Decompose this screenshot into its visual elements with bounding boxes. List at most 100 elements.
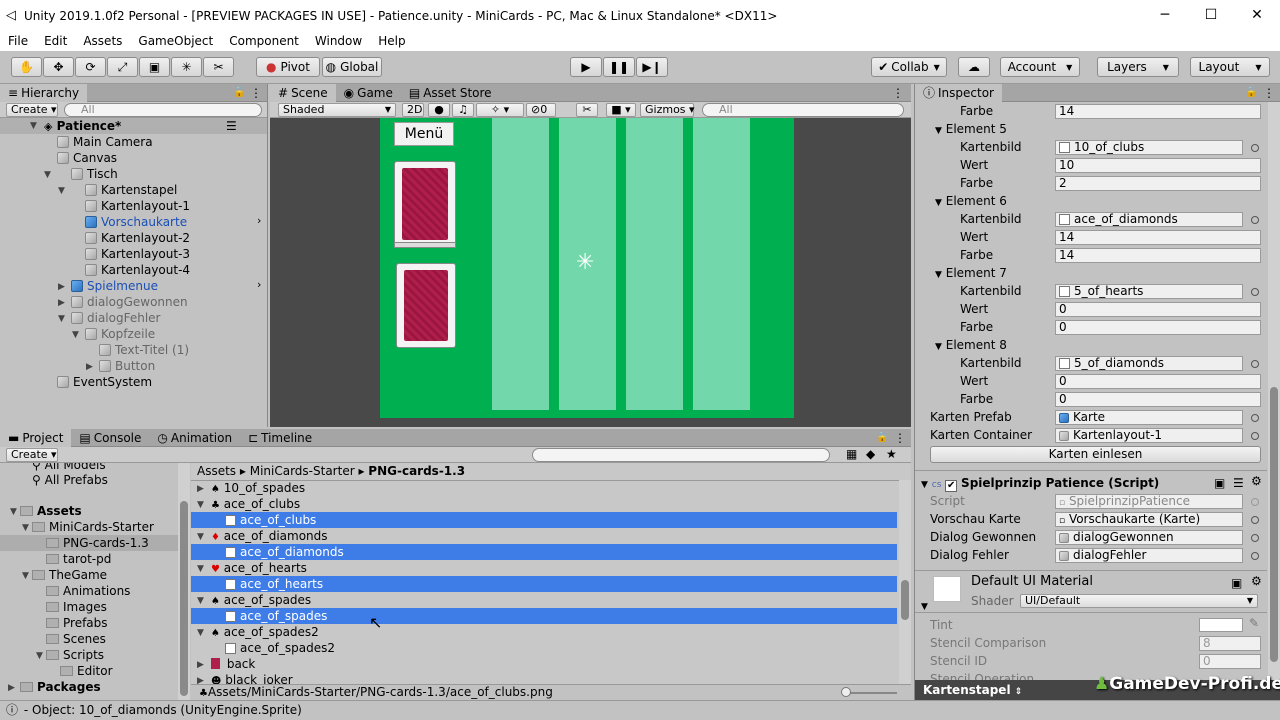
camera-icon[interactable]: ■ ▾ (606, 103, 636, 117)
scrollbar-thumb[interactable] (901, 580, 909, 620)
tab-animation[interactable]: ◷ Animation (149, 429, 240, 447)
menu-file[interactable]: File (8, 34, 28, 48)
list-item[interactable]: ♥ ace_of_hearts (211, 560, 307, 576)
component-header[interactable]: ▼ cs ✔ Spielprinzip Patience (Script) (921, 474, 1159, 492)
expand-arrow-icon[interactable]: ▶ (197, 484, 204, 494)
farbe-field[interactable]: 0 (1055, 392, 1261, 407)
hierarchy-search-input[interactable]: All (64, 103, 262, 117)
folder-item[interactable]: Editor (60, 663, 113, 679)
chevron-right-icon[interactable]: › (257, 214, 261, 227)
preview-card[interactable] (396, 263, 456, 348)
expand-arrow-icon[interactable]: ▼ (30, 118, 37, 134)
expand-arrow-icon[interactable]: ▼ (58, 186, 65, 196)
shading-dropdown[interactable]: Shaded ▼ (278, 103, 396, 117)
account-dropdown[interactable]: Account ▼ (1000, 57, 1080, 77)
element-5-foldout[interactable]: ▼ Element 5 (935, 120, 1007, 138)
filter-type-icon[interactable]: ▦ (846, 447, 857, 461)
enabled-checkbox[interactable]: ✔ (945, 480, 958, 492)
folder-item[interactable]: tarot-pd (46, 551, 111, 567)
list-item[interactable]: Tisch (71, 166, 118, 182)
layout-dropdown[interactable]: Layout ▼ (1190, 57, 1270, 77)
farbe-field[interactable]: 14 (1055, 248, 1261, 263)
vorschau-karte-field[interactable]: ▫ Vorschaukarte (Karte) (1055, 512, 1243, 527)
object-picker-icon[interactable] (1251, 144, 1259, 152)
menu-button[interactable]: Menü (394, 122, 454, 146)
hand-tool-icon[interactable]: ✋ (11, 57, 42, 77)
help-icon[interactable]: ▣ (1214, 476, 1225, 490)
folder-item[interactable]: PNG-cards-1.3 (0, 535, 178, 551)
kartenbild-field[interactable]: ace_of_diamonds (1055, 212, 1243, 227)
list-item[interactable]: ace_of_spades2 (225, 640, 335, 656)
list-item[interactable]: Text-Titel (1) (99, 342, 189, 358)
object-picker-icon[interactable] (1251, 432, 1259, 440)
farbe-field[interactable]: 2 (1055, 176, 1261, 191)
scene-row[interactable]: ▼ ◈ Patience* ☰ (0, 118, 267, 134)
scene-search-input[interactable]: All (702, 103, 904, 117)
lock-icon[interactable]: 🔒 (876, 432, 888, 443)
karten-einlesen-button[interactable]: Karten einlesen (930, 446, 1261, 463)
list-item[interactable]: Kartenlayout-1 (85, 198, 190, 214)
karten-container-field[interactable]: Kartenlayout-1 (1055, 428, 1243, 443)
tab-game[interactable]: ◉ Game (336, 84, 401, 102)
hidden-objects-toggle[interactable]: ⊘0 (526, 103, 556, 117)
expand-arrow-icon[interactable]: ▼ (58, 314, 65, 324)
expand-arrow-icon[interactable]: ▼ (22, 523, 29, 533)
list-item[interactable]: Main Camera (57, 134, 153, 150)
gear-icon[interactable]: ⚙ (1251, 574, 1262, 588)
step-button[interactable]: ▶❙ (636, 57, 668, 77)
object-picker-icon[interactable] (1251, 534, 1259, 542)
expand-arrow-icon[interactable]: ▼ (22, 571, 29, 581)
folder-item[interactable]: Scenes (46, 631, 106, 647)
settings-sliders-icon[interactable]: ☰ (1233, 476, 1244, 490)
object-picker-icon[interactable] (1251, 552, 1259, 560)
list-item[interactable]: Kartenlayout-2 (85, 230, 190, 246)
list-item[interactable]: Kopfzeile (85, 326, 155, 342)
farbe-field[interactable]: 14 (1055, 104, 1261, 119)
file-list-scrollbar[interactable] (899, 480, 911, 684)
kartenbild-field[interactable]: 5_of_diamonds (1055, 356, 1243, 371)
custom-tool-icon[interactable]: ✂ (203, 57, 234, 77)
element-6-foldout[interactable]: ▼ Element 6 (935, 192, 1007, 210)
wert-field[interactable]: 14 (1055, 230, 1261, 245)
expand-arrow-icon[interactable]: ▶ (58, 298, 65, 308)
expand-arrow-icon[interactable]: ▶ (58, 282, 65, 292)
zoom-slider[interactable] (843, 692, 897, 694)
shader-dropdown[interactable]: UI/Default ▼ (1020, 594, 1258, 608)
breadcrumb-item[interactable]: PNG-cards-1.3 (368, 464, 465, 478)
folder-item[interactable]: Packages (20, 679, 101, 695)
scrollbar-thumb[interactable] (1270, 387, 1278, 662)
project-search-input[interactable] (532, 448, 830, 462)
collab-dropdown[interactable]: ✔ Collab ▼ (871, 57, 947, 77)
inspector-scrollbar[interactable] (1268, 102, 1280, 680)
kartenbild-field[interactable]: 5_of_hearts (1055, 284, 1243, 299)
pivot-toggle[interactable]: ● Pivot (256, 57, 320, 77)
expand-arrow-icon[interactable]: ▼ (197, 564, 204, 574)
expand-arrow-icon[interactable]: ▼ (197, 500, 204, 510)
list-item[interactable]: Canvas (57, 150, 117, 166)
folder-item[interactable]: Images (46, 599, 107, 615)
search-filter-item[interactable]: ⚲ All Prefabs (32, 472, 108, 488)
object-picker-icon[interactable] (1251, 516, 1259, 524)
list-item[interactable]: ♠ ace_of_spades (211, 592, 311, 608)
menu-help[interactable]: Help (378, 34, 405, 48)
cloud-icon[interactable]: ☁ (958, 57, 990, 77)
panel-menu-icon[interactable]: ⋮ (894, 431, 906, 445)
wert-field[interactable]: 10 (1055, 158, 1261, 173)
tint-color-field[interactable] (1199, 618, 1243, 632)
list-item[interactable]: back (211, 656, 255, 672)
gear-icon[interactable]: ⚙ (1251, 474, 1262, 488)
list-item[interactable]: Kartenlayout-4 (85, 262, 190, 278)
scene-menu-icon[interactable]: ☰ (226, 118, 237, 134)
expand-arrow-icon[interactable]: ▼ (197, 532, 204, 542)
element-7-foldout[interactable]: ▼ Element 7 (935, 264, 1007, 282)
wert-field[interactable]: 0 (1055, 302, 1261, 317)
layers-dropdown[interactable]: Layers ▼ (1097, 57, 1179, 77)
expand-arrow-icon[interactable]: ▶ (8, 683, 15, 693)
gizmos-dropdown[interactable]: Gizmos ▾ (640, 103, 695, 117)
dialog-fehler-field[interactable]: dialogFehler (1055, 548, 1243, 563)
expand-arrow-icon[interactable]: ▼ (197, 628, 204, 638)
filter-label-icon[interactable]: ◆ (866, 447, 875, 461)
chevron-right-icon[interactable]: › (257, 278, 261, 291)
list-item[interactable]: dialogFehler (71, 310, 160, 326)
tab-hierarchy[interactable]: ≡ Hierarchy (0, 83, 88, 102)
